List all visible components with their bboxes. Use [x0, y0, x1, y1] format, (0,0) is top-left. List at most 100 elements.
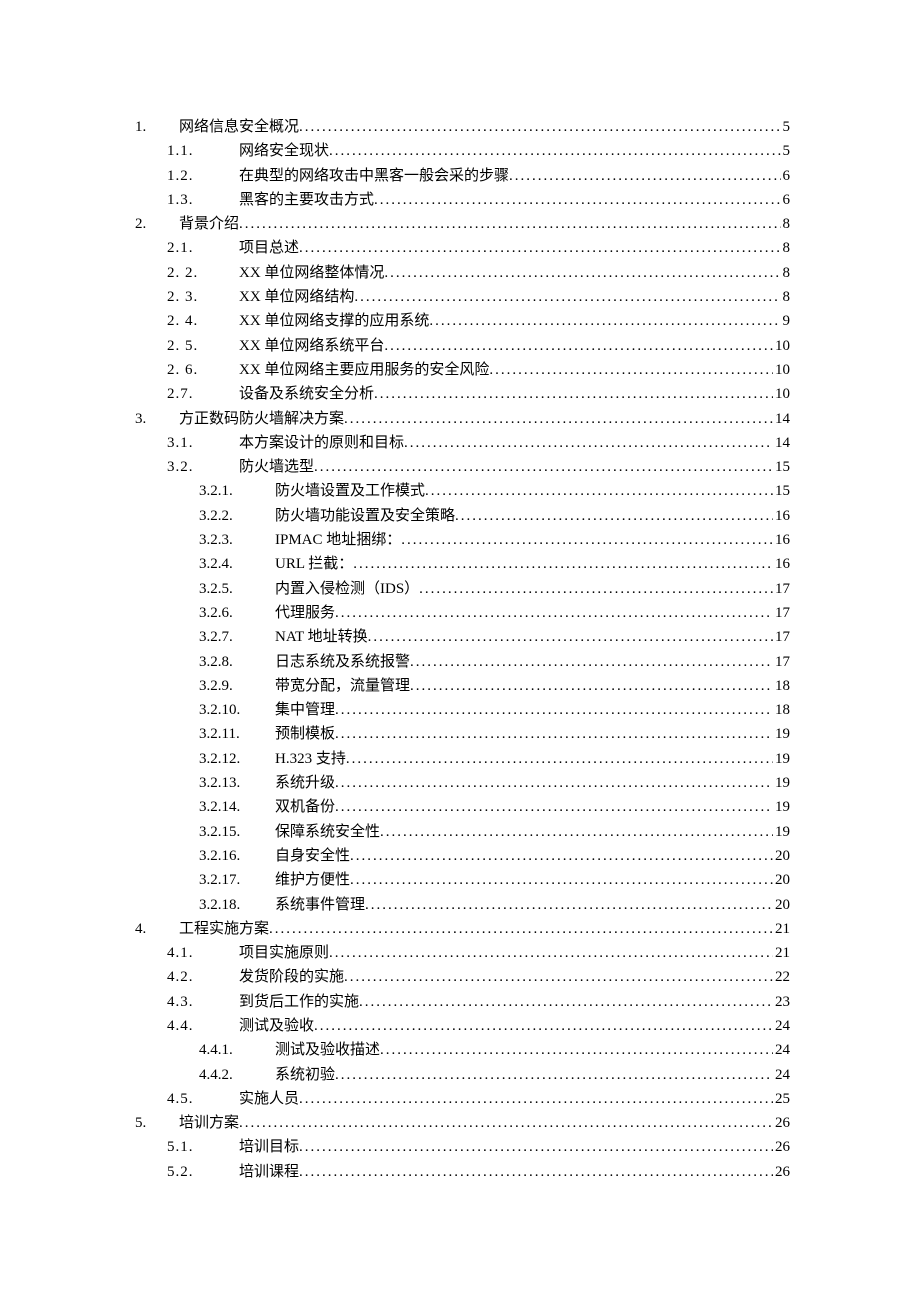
toc-entry[interactable]: 2.1.项目总述8: [135, 236, 790, 260]
toc-entry[interactable]: 4.4.1.测试及验收描述24: [135, 1038, 790, 1062]
toc-entry[interactable]: 2. 6.XX 单位网络主要应用服务的安全风险10: [135, 358, 790, 382]
toc-page-number: 26: [773, 1111, 790, 1135]
toc-entry[interactable]: 3.2.8.日志系统及系统报警17: [135, 650, 790, 674]
toc-leader-dots: [344, 965, 773, 989]
toc-title: 测试及验收描述: [275, 1038, 380, 1062]
toc-leader-dots: [344, 407, 773, 431]
toc-entry[interactable]: 1.1.网络安全现状5: [135, 139, 790, 163]
toc-entry[interactable]: 3.方正数码防火墙解决方案14: [135, 407, 790, 431]
toc-leader-dots: [350, 844, 773, 868]
toc-leader-dots: [404, 431, 773, 455]
toc-title: 发货阶段的实施: [239, 965, 344, 989]
toc-entry[interactable]: 3.2.4.URL 拦截：16: [135, 552, 790, 576]
toc-number: 5.: [135, 1111, 179, 1135]
toc-entry[interactable]: 3.2.18.系统事件管理20: [135, 893, 790, 917]
toc-title: XX 单位网络整体情况: [239, 261, 384, 285]
toc-page-number: 17: [773, 650, 790, 674]
toc-page-number: 8: [781, 261, 791, 285]
toc-number: 2.1.: [167, 236, 239, 260]
toc-number: 4.5.: [167, 1087, 239, 1111]
toc-page-number: 15: [773, 455, 790, 479]
toc-entry[interactable]: 3.2.13.系统升级19: [135, 771, 790, 795]
toc-page-number: 10: [773, 382, 790, 406]
toc-entry[interactable]: 4.2.发货阶段的实施22: [135, 965, 790, 989]
toc-entry[interactable]: 4.3.到货后工作的实施23: [135, 990, 790, 1014]
toc-page-number: 17: [773, 601, 790, 625]
toc-leader-dots: [380, 1038, 773, 1062]
toc-entry[interactable]: 3.1.本方案设计的原则和目标14: [135, 431, 790, 455]
toc-title: 保障系统安全性: [275, 820, 380, 844]
toc-number: 2. 2.: [167, 261, 239, 285]
toc-entry[interactable]: 3.2.15.保障系统安全性19: [135, 820, 790, 844]
toc-leader-dots: [239, 1111, 773, 1135]
toc-entry[interactable]: 3.2.5.内置入侵检测（IDS）17: [135, 577, 790, 601]
toc-entry[interactable]: 3.2.防火墙选型15: [135, 455, 790, 479]
toc-leader-dots: [239, 212, 780, 236]
toc-title: 背景介绍: [179, 212, 239, 236]
toc-leader-dots: [489, 358, 773, 382]
toc-title: 本方案设计的原则和目标: [239, 431, 404, 455]
toc-entry[interactable]: 4.5.实施人员25: [135, 1087, 790, 1111]
toc-page-number: 5: [781, 115, 791, 139]
toc-entry[interactable]: 2.7.设备及系统安全分析10: [135, 382, 790, 406]
toc-page-number: 21: [773, 941, 790, 965]
toc-title: 维护方便性: [275, 868, 350, 892]
toc-entry[interactable]: 1.2.在典型的网络攻击中黑客一般会采的步骤6: [135, 164, 790, 188]
toc-entry[interactable]: 3.2.7.NAT 地址转换17: [135, 625, 790, 649]
toc-page: 1.网络信息安全概况51.1.网络安全现状51.2.在典型的网络攻击中黑客一般会…: [0, 0, 920, 1284]
toc-entry[interactable]: 3.2.16.自身安全性20: [135, 844, 790, 868]
toc-number: 4.4.2.: [199, 1063, 275, 1087]
toc-title: 自身安全性: [275, 844, 350, 868]
toc-entry[interactable]: 5.培训方案 26: [135, 1111, 790, 1135]
toc-entry[interactable]: 4.工程实施方案21: [135, 917, 790, 941]
toc-page-number: 16: [773, 552, 790, 576]
toc-title: 到货后工作的实施: [239, 990, 359, 1014]
toc-leader-dots: [329, 139, 780, 163]
toc-page-number: 8: [781, 285, 791, 309]
toc-number: 2.: [135, 212, 179, 236]
toc-title: 培训方案: [179, 1111, 239, 1135]
toc-entry[interactable]: 4.4.2.系统初验24: [135, 1063, 790, 1087]
toc-leader-dots: [455, 504, 773, 528]
toc-entry[interactable]: 3.2.11.预制模板19: [135, 722, 790, 746]
toc-page-number: 10: [773, 334, 790, 358]
toc-entry[interactable]: 4.1.项目实施原则21: [135, 941, 790, 965]
toc-entry[interactable]: 2. 3.XX 单位网络结构8: [135, 285, 790, 309]
toc-entry[interactable]: 5.2.培训课程26: [135, 1160, 790, 1184]
toc-entry[interactable]: 3.2.17.维护方便性20: [135, 868, 790, 892]
toc-entry[interactable]: 1.3.黑客的主要攻击方式6: [135, 188, 790, 212]
toc-entry[interactable]: 5.1.培训目标26: [135, 1135, 790, 1159]
toc-entry[interactable]: 3.2.12.H.323 支持19: [135, 747, 790, 771]
toc-entry[interactable]: 3.2.2.防火墙功能设置及安全策略16: [135, 504, 790, 528]
toc-number: 3.2.6.: [199, 601, 275, 625]
toc-entry[interactable]: 1.网络信息安全概况5: [135, 115, 790, 139]
toc-number: 3.2.12.: [199, 747, 275, 771]
toc-leader-dots: [384, 334, 773, 358]
toc-entry[interactable]: 3.2.10.集中管理18: [135, 698, 790, 722]
toc-leader-dots: [329, 941, 773, 965]
toc-entry[interactable]: 3.2.14.双机备份19: [135, 795, 790, 819]
toc-title: XX 单位网络主要应用服务的安全风险: [239, 358, 489, 382]
toc-number: 2. 6.: [167, 358, 239, 382]
toc-leader-dots: [380, 820, 773, 844]
toc-leader-dots: [299, 1160, 773, 1184]
toc-number: 3.2.8.: [199, 650, 275, 674]
toc-title: 防火墙选型: [239, 455, 314, 479]
toc-entry[interactable]: 3.2.9.带宽分配，流量管理18: [135, 674, 790, 698]
toc-entry[interactable]: 3.2.3.IPMAC 地址捆绑：16: [135, 528, 790, 552]
toc-entry[interactable]: 3.2.6.代理服务17: [135, 601, 790, 625]
toc-entry[interactable]: 2. 2.XX 单位网络整体情况 8: [135, 261, 790, 285]
toc-entry[interactable]: 2. 5.XX 单位网络系统平台10: [135, 334, 790, 358]
toc-leader-dots: [368, 625, 773, 649]
toc-page-number: 26: [773, 1135, 790, 1159]
toc-title: 内置入侵检测（IDS）: [275, 577, 419, 601]
toc-entry[interactable]: 3.2.1.防火墙设置及工作模式15: [135, 479, 790, 503]
toc-entry[interactable]: 4.4.测试及验收24: [135, 1014, 790, 1038]
toc-leader-dots: [335, 698, 773, 722]
toc-entry[interactable]: 2. 4.XX 单位网络支撑的应用系统9: [135, 309, 790, 333]
toc-number: 3.2.1.: [199, 479, 275, 503]
toc-entry[interactable]: 2.背景介绍8: [135, 212, 790, 236]
toc-title: 带宽分配，流量管理: [275, 674, 410, 698]
toc-number: 5.2.: [167, 1160, 239, 1184]
toc-leader-dots: [425, 479, 773, 503]
